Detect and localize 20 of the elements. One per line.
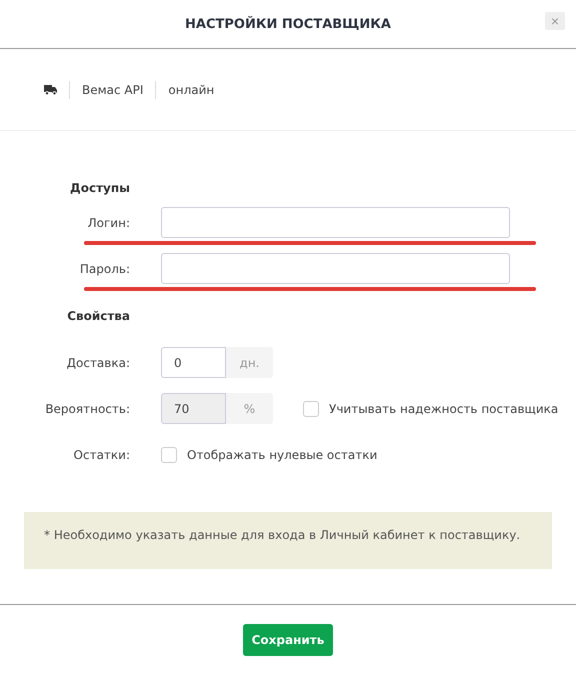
checkbox[interactable] <box>161 446 177 462</box>
field-label: Пароль: <box>78 262 130 276</box>
truck-icon <box>44 84 57 94</box>
input-field[interactable] <box>161 207 510 238</box>
section-heading: Свойства <box>66 309 130 323</box>
unit-addon: % <box>226 393 273 424</box>
section-heading: Доступы <box>69 181 130 195</box>
field-label: Доставка: <box>66 356 130 370</box>
supplier-status: онлайн <box>168 82 214 96</box>
field-label: Остатки: <box>72 448 130 462</box>
field-label: Вероятность: <box>44 402 130 416</box>
supplier-name: Вемас API <box>82 82 144 96</box>
checkbox-label: Учитывать надежность поставщика <box>329 402 558 416</box>
input-field[interactable]: 0 <box>161 347 226 378</box>
input-field[interactable] <box>161 253 510 284</box>
field-label: Логин: <box>86 216 130 230</box>
note-text: * Необходимо указать данные для входа в Личный кабинет к поставщику. <box>44 528 520 542</box>
dialog-title: НАСТРОЙКИ ПОСТАВЩИКА <box>185 16 391 32</box>
unit-addon: дн. <box>226 347 273 378</box>
checkbox-label: Отображать нулевые остатки <box>187 448 378 462</box>
